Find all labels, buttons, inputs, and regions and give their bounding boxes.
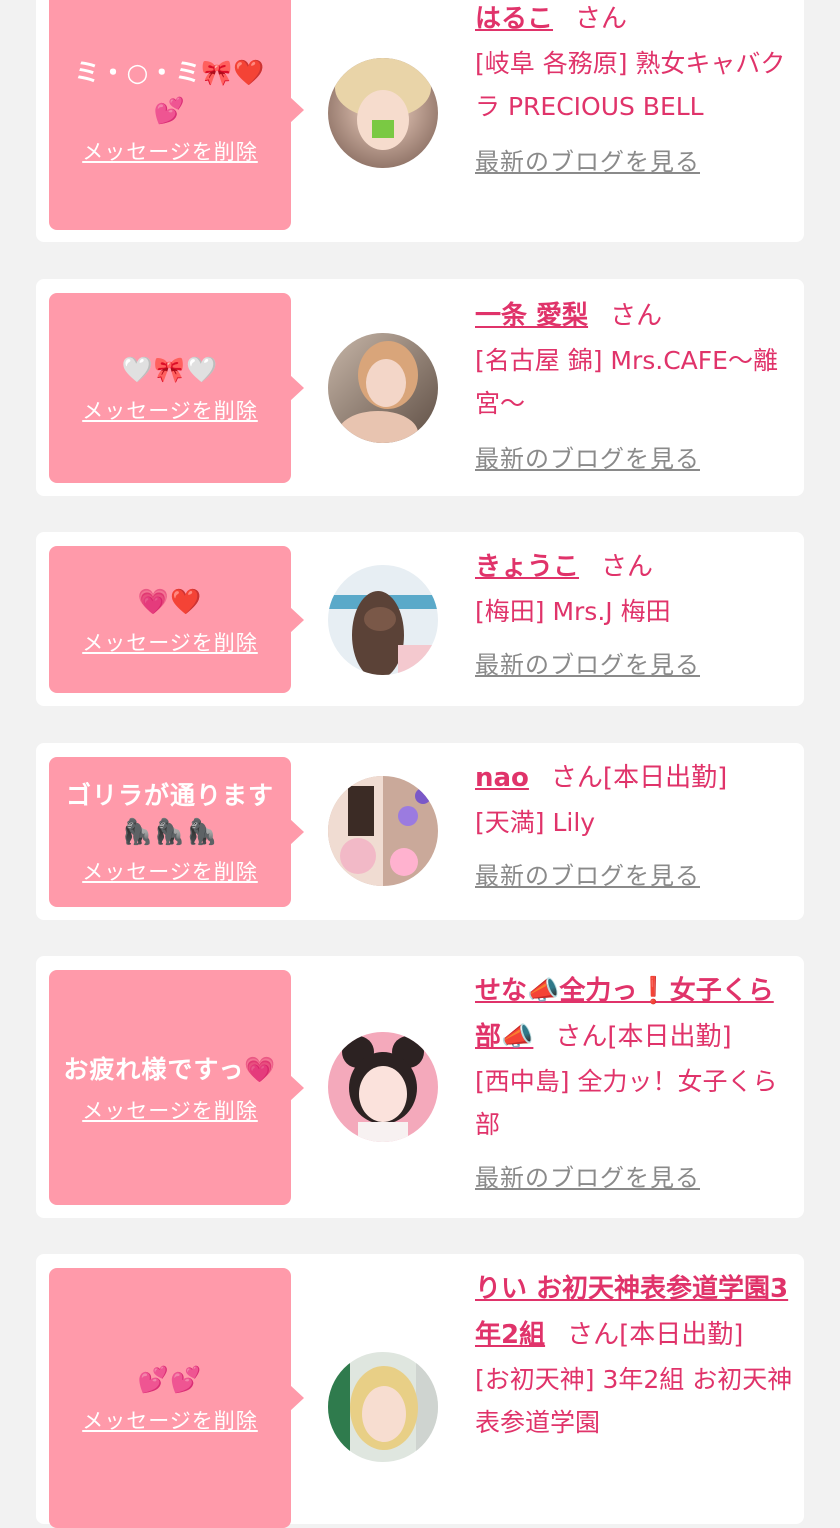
avatar[interactable]: [328, 776, 438, 886]
card-info: せな📣全力っ❗️女子くら部📣 さん[本日出勤] [西中島] 全力ッ！女子くら部 最…: [475, 968, 793, 1198]
delete-message-link[interactable]: メッセージを削除: [82, 1405, 258, 1435]
shop-info: [天満] Lily: [475, 808, 596, 837]
message-bubble: ゴリラが通ります🦍🦍🦍 メッセージを削除: [49, 757, 304, 907]
honorific: さん: [610, 301, 663, 331]
message-bubble: お疲れ様ですっ💗 メッセージを削除: [49, 970, 304, 1205]
shop-info: [西中島] 全力ッ！女子くら部: [475, 1067, 778, 1139]
latest-blog-link[interactable]: 最新のブログを見る: [475, 1158, 793, 1198]
cast-name-link[interactable]: きょうこ: [475, 552, 579, 582]
honorific: さん[本日出勤]: [567, 1320, 744, 1350]
card-info: りい お初天神表参道学園3年2組 さん[本日出勤] [お初天神] 3年2組 お初天…: [475, 1266, 793, 1444]
card-info: はるこ さん [岐阜 各務原] 熟女キャバクラ PRECIOUS BELL 最新の…: [475, 0, 793, 182]
favorite-card: 🤍🎀🤍 メッセージを削除 一条 愛梨 さん [名古屋 錦] Mrs.CAFE〜離宮…: [36, 279, 804, 496]
favorite-card: お疲れ様ですっ💗 メッセージを削除 せな📣全力っ❗️女子くら部📣 さん[本日出勤]…: [36, 956, 804, 1218]
favorite-card: 💗❤️ メッセージを削除 きょうこ さん [梅田] Mrs.J 梅田 最新のブログ…: [36, 532, 804, 706]
honorific: さん: [575, 4, 628, 34]
message-bubble: 💕💕 メッセージを削除: [49, 1268, 304, 1528]
favorite-card: ミ・○・ミ🎀❤️💕 メッセージを削除 はるこ さん [岐阜 各務原] 熟女キャバク…: [36, 0, 804, 242]
delete-message-link[interactable]: メッセージを削除: [82, 856, 258, 886]
message-bubble: ミ・○・ミ🎀❤️💕 メッセージを削除: [49, 0, 304, 230]
latest-blog-link[interactable]: 最新のブログを見る: [475, 142, 793, 182]
favorite-card: 💕💕 メッセージを削除 りい お初天神表参道学園3年2組 さん[本日出勤] [お初…: [36, 1254, 804, 1528]
cast-name-link[interactable]: 一条 愛梨: [475, 301, 588, 331]
message-text: お疲れ様ですっ💗: [63, 1054, 277, 1084]
message-text: ミ・○・ミ🎀❤️💕: [74, 58, 266, 125]
cast-name-link[interactable]: はるこ: [475, 4, 553, 34]
avatar[interactable]: [328, 58, 438, 168]
shop-info: [お初天神] 3年2組 お初天神表参道学園: [475, 1365, 793, 1437]
latest-blog-link[interactable]: 最新のブログを見る: [475, 645, 793, 685]
message-bubble: 💗❤️ メッセージを削除: [49, 546, 304, 693]
cast-name-link[interactable]: nao: [475, 763, 529, 793]
honorific: さん[本日出勤]: [555, 1022, 732, 1052]
card-info: きょうこ さん [梅田] Mrs.J 梅田 最新のブログを見る: [475, 544, 793, 685]
avatar[interactable]: [328, 1352, 438, 1462]
card-info: 一条 愛梨 さん [名古屋 錦] Mrs.CAFE〜離宮〜 最新のブログを見る: [475, 293, 793, 479]
latest-blog-link[interactable]: 最新のブログを見る: [475, 439, 793, 479]
latest-blog-link[interactable]: 最新のブログを見る: [475, 856, 793, 896]
shop-info: [岐阜 各務原] 熟女キャバクラ PRECIOUS BELL: [475, 49, 786, 121]
shop-info: [名古屋 錦] Mrs.CAFE〜離宮〜: [475, 346, 778, 418]
honorific: さん: [601, 552, 654, 582]
delete-message-link[interactable]: メッセージを削除: [82, 627, 258, 657]
message-text: 💕💕: [137, 1365, 203, 1394]
message-bubble: 🤍🎀🤍 メッセージを削除: [49, 293, 304, 483]
message-text: ゴリラが通ります🦍🦍🦍: [65, 781, 274, 846]
delete-message-link[interactable]: メッセージを削除: [82, 1095, 258, 1125]
avatar[interactable]: [328, 1032, 438, 1142]
delete-message-link[interactable]: メッセージを削除: [82, 136, 258, 166]
shop-info: [梅田] Mrs.J 梅田: [475, 597, 671, 626]
delete-message-link[interactable]: メッセージを削除: [82, 395, 258, 425]
favorite-card: ゴリラが通ります🦍🦍🦍 メッセージを削除 nao さん[本日出勤] [天満] Li…: [36, 743, 804, 920]
card-info: nao さん[本日出勤] [天満] Lily 最新のブログを見る: [475, 755, 793, 896]
message-text: 💗❤️: [137, 586, 203, 616]
message-text: 🤍🎀🤍: [121, 355, 219, 384]
avatar[interactable]: [328, 565, 438, 675]
honorific: さん[本日出勤]: [550, 763, 728, 793]
avatar[interactable]: [328, 333, 438, 443]
